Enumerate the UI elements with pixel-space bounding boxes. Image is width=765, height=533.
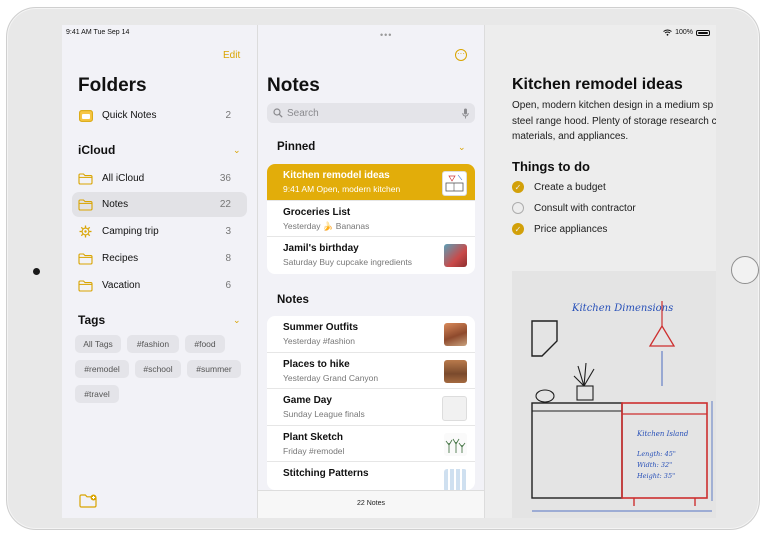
note-thumbnail-photo [444,244,467,267]
tag-travel[interactable]: #travel [75,385,119,403]
folder-label: Camping trip [102,226,159,237]
note-thumbnail-photo [444,323,467,346]
tag-food[interactable]: #food [185,335,225,353]
chevron-down-icon[interactable]: ⌄ [458,142,466,153]
tags-header: Tags [78,313,106,327]
note-detail-panel: 100% Kitchen remodel ideas Open, modern … [485,25,716,518]
note-row-plant-sketch[interactable]: Plant Sketch Friday #remodel [267,426,475,462]
folder-label: Notes [102,199,129,210]
more-options-icon[interactable]: ··· [455,49,467,61]
folder-icon [78,279,93,292]
note-row-places-to-hike[interactable]: Places to hike Yesterday Grand Canyon [267,353,475,389]
note-thumbnail-doc [442,396,467,421]
new-folder-icon[interactable] [79,494,97,513]
note-title: Groceries List [283,206,351,218]
notes-footer: 22 Notes [258,490,484,518]
folder-quick-notes[interactable]: Quick Notes 2 [72,103,247,128]
note-row-summer-outfits[interactable]: Summer Outfits Yesterday #fashion [267,316,475,353]
chevron-down-icon[interactable]: ⌄ [233,145,241,156]
chevron-down-icon[interactable]: ⌄ [233,315,241,326]
folder-recipes[interactable]: Recipes 8 [72,246,247,271]
folder-camping-trip[interactable]: Camping trip 3 [72,219,247,244]
tag-all-tags[interactable]: All Tags [75,335,121,353]
note-thumbnail-photo [444,359,467,383]
notes-list-panel: ••• ··· Notes Search Pinned ⌄ Kitchen re… [258,25,485,518]
screen: 9:41 AM Tue Sep 14 Edit Folders Quick No… [62,25,716,518]
folder-icon [78,198,93,211]
folder-icon [78,172,93,185]
folder-count: 6 [225,280,231,291]
folder-label: Recipes [102,253,139,264]
gear-icon [78,225,93,238]
note-subtitle: Yesterday 🍌 Bananas [283,220,370,231]
folder-label: All iCloud [102,173,145,184]
note-thumbnail-pattern [444,469,467,490]
notes-card: Summer Outfits Yesterday #fashion Places… [267,316,475,490]
multitasking-handle[interactable]: ••• [380,30,392,40]
note-row-stitching-patterns[interactable]: Stitching Patterns [267,462,475,490]
folder-count: 22 [219,199,231,210]
camera [33,268,40,275]
folder-all-icloud[interactable]: All iCloud 36 [72,166,247,191]
note-thumbnail-sketch [442,171,467,196]
status-time: 9:41 AM Tue Sep 14 [66,29,130,36]
folder-icon [78,252,93,265]
note-thumbnail-sketch [444,432,467,456]
notes-count: 22 Notes [356,500,386,507]
folder-count: 3 [225,226,231,237]
folder-count: 2 [225,110,231,121]
note-row-groceries[interactable]: Groceries List Yesterday 🍌 Bananas [267,201,475,237]
tag-summer[interactable]: #summer [187,360,241,378]
sidebar: 9:41 AM Tue Sep 14 Edit Folders Quick No… [62,25,258,518]
edit-button[interactable]: Edit [223,50,240,61]
note-row-kitchen-remodel[interactable]: Kitchen remodel ideas 9:41 AM Open, mode… [267,164,475,201]
note-row-jamils-birthday[interactable]: Jamil's birthday Saturday Buy cupcake in… [267,237,475,274]
home-button[interactable] [731,256,759,284]
pinned-header: Pinned [277,141,316,153]
folder-label: Vacation [102,280,141,291]
tag-fashion[interactable]: #fashion [127,335,179,353]
folders-title: Folders [78,75,147,96]
notes-title: Notes [267,75,320,96]
folder-count: 8 [225,253,231,264]
tag-remodel[interactable]: #remodel [75,360,129,378]
folder-vacation[interactable]: Vacation 6 [72,273,247,298]
search-input[interactable]: Search [287,108,462,119]
note-row-game-day[interactable]: Game Day Sunday League finals [267,389,475,426]
folder-notes[interactable]: Notes 22 [72,192,247,217]
pinned-card: Kitchen remodel ideas 9:41 AM Open, mode… [267,164,475,274]
quick-notes-icon [78,109,93,122]
search-icon [273,108,283,118]
icloud-header: iCloud [78,143,116,157]
tag-school[interactable]: #school [135,360,181,378]
notes-section-header: Notes [277,294,309,306]
folder-label: Quick Notes [102,110,157,121]
folder-count: 36 [219,173,231,184]
slide-over-dim-overlay [485,25,716,518]
microphone-icon[interactable] [462,108,469,119]
search-field[interactable]: Search [267,103,475,123]
